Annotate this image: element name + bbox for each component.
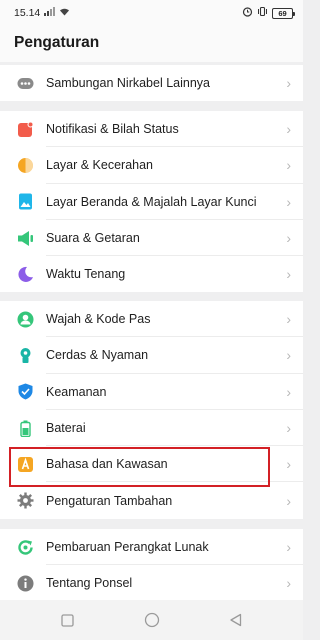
settings-item-label: Layar Beranda & Majalah Layar Kunci	[46, 194, 257, 209]
shield-icon	[17, 383, 34, 400]
chevron-right-icon: ›	[286, 383, 291, 400]
gear-icon	[17, 492, 34, 509]
settings-item-label: Pembaruan Perangkat Lunak	[46, 540, 209, 555]
settings-item-label: Sambungan Nirkabel Lainnya	[46, 76, 210, 90]
settings-item-additional[interactable]: Pengaturan Tambahan ›	[0, 482, 303, 518]
chevron-right-icon: ›	[286, 121, 291, 138]
update-icon	[17, 539, 34, 556]
settings-item-notifications[interactable]: Notifikasi & Bilah Status ›	[0, 111, 303, 148]
page-title: Pengaturan	[14, 34, 100, 51]
moon-icon	[17, 266, 34, 283]
more-connections-icon	[17, 75, 34, 92]
settings-item-quiet-time[interactable]: Waktu Tenang ›	[0, 256, 303, 292]
settings-item-label: Wajah & Kode Pas	[46, 312, 151, 327]
settings-item-smart[interactable]: Cerdas & Nyaman ›	[0, 337, 303, 374]
chevron-right-icon: ›	[286, 492, 291, 509]
settings-item-sound[interactable]: Suara & Getaran ›	[0, 220, 303, 257]
settings-item-label: Pengaturan Tambahan	[46, 493, 173, 508]
battery-indicator: 69	[272, 7, 295, 19]
alarm-icon	[242, 6, 253, 20]
settings-item-security[interactable]: Keamanan ›	[0, 374, 303, 411]
smart-icon	[17, 347, 34, 364]
highlight-box	[9, 447, 270, 487]
chevron-right-icon: ›	[286, 230, 291, 247]
settings-group-about: Pembaruan Perangkat Lunak › Tentang Pons…	[0, 529, 303, 602]
settings-item-label: Tentang Ponsel	[46, 576, 133, 591]
settings-item-about-phone[interactable]: Tentang Ponsel ›	[0, 565, 303, 601]
settings-item-software-update[interactable]: Pembaruan Perangkat Lunak ›	[0, 529, 303, 566]
chevron-right-icon: ›	[286, 75, 291, 91]
settings-item-label: Notifikasi & Bilah Status	[46, 122, 179, 137]
navigation-bar	[0, 600, 303, 640]
settings-item-label: Layar & Kecerahan	[46, 158, 154, 173]
chevron-right-icon: ›	[286, 157, 291, 174]
wifi-icon	[59, 7, 70, 19]
chevron-right-icon: ›	[286, 456, 291, 473]
settings-item-other-wireless[interactable]: Sambungan Nirkabel Lainnya ›	[0, 65, 303, 101]
chevron-right-icon: ›	[286, 311, 291, 328]
wallpaper-icon	[17, 193, 34, 210]
chevron-right-icon: ›	[286, 420, 291, 437]
settings-item-display[interactable]: Layar & Kecerahan ›	[0, 147, 303, 184]
settings-item-face-passcode[interactable]: Wajah & Kode Pas ›	[0, 301, 303, 338]
settings-item-label: Baterai	[46, 421, 86, 436]
settings-item-label: Keamanan	[46, 384, 107, 399]
chevron-right-icon: ›	[286, 575, 291, 592]
settings-group-display: Notifikasi & Bilah Status › Layar & Kece…	[0, 111, 303, 293]
chevron-right-icon: ›	[286, 539, 291, 556]
info-icon	[17, 575, 34, 592]
header: Pengaturan	[0, 26, 303, 62]
status-time: 15.14	[14, 7, 41, 19]
chevron-right-icon: ›	[286, 193, 291, 210]
settings-item-home-lockscreen[interactable]: Layar Beranda & Majalah Layar Kunci ›	[0, 184, 303, 221]
home-icon[interactable]	[140, 608, 164, 632]
settings-item-battery[interactable]: Baterai ›	[0, 410, 303, 447]
settings-item-label: Suara & Getaran	[46, 231, 140, 246]
sound-icon	[17, 230, 34, 247]
recent-apps-icon[interactable]	[56, 608, 80, 632]
settings-item-label: Cerdas & Nyaman	[46, 348, 149, 363]
chevron-right-icon: ›	[286, 266, 291, 283]
face-icon	[17, 311, 34, 328]
signal-icon	[44, 7, 56, 19]
settings-group-connections: Sambungan Nirkabel Lainnya ›	[0, 65, 303, 101]
vibrate-icon	[257, 6, 268, 20]
back-icon[interactable]	[224, 608, 248, 632]
battery-icon	[17, 420, 34, 437]
notification-icon	[17, 121, 34, 138]
status-bar: 15.14 69	[0, 0, 303, 26]
chevron-right-icon: ›	[286, 347, 291, 364]
settings-item-label: Waktu Tenang	[46, 267, 126, 282]
brightness-icon	[17, 157, 34, 174]
